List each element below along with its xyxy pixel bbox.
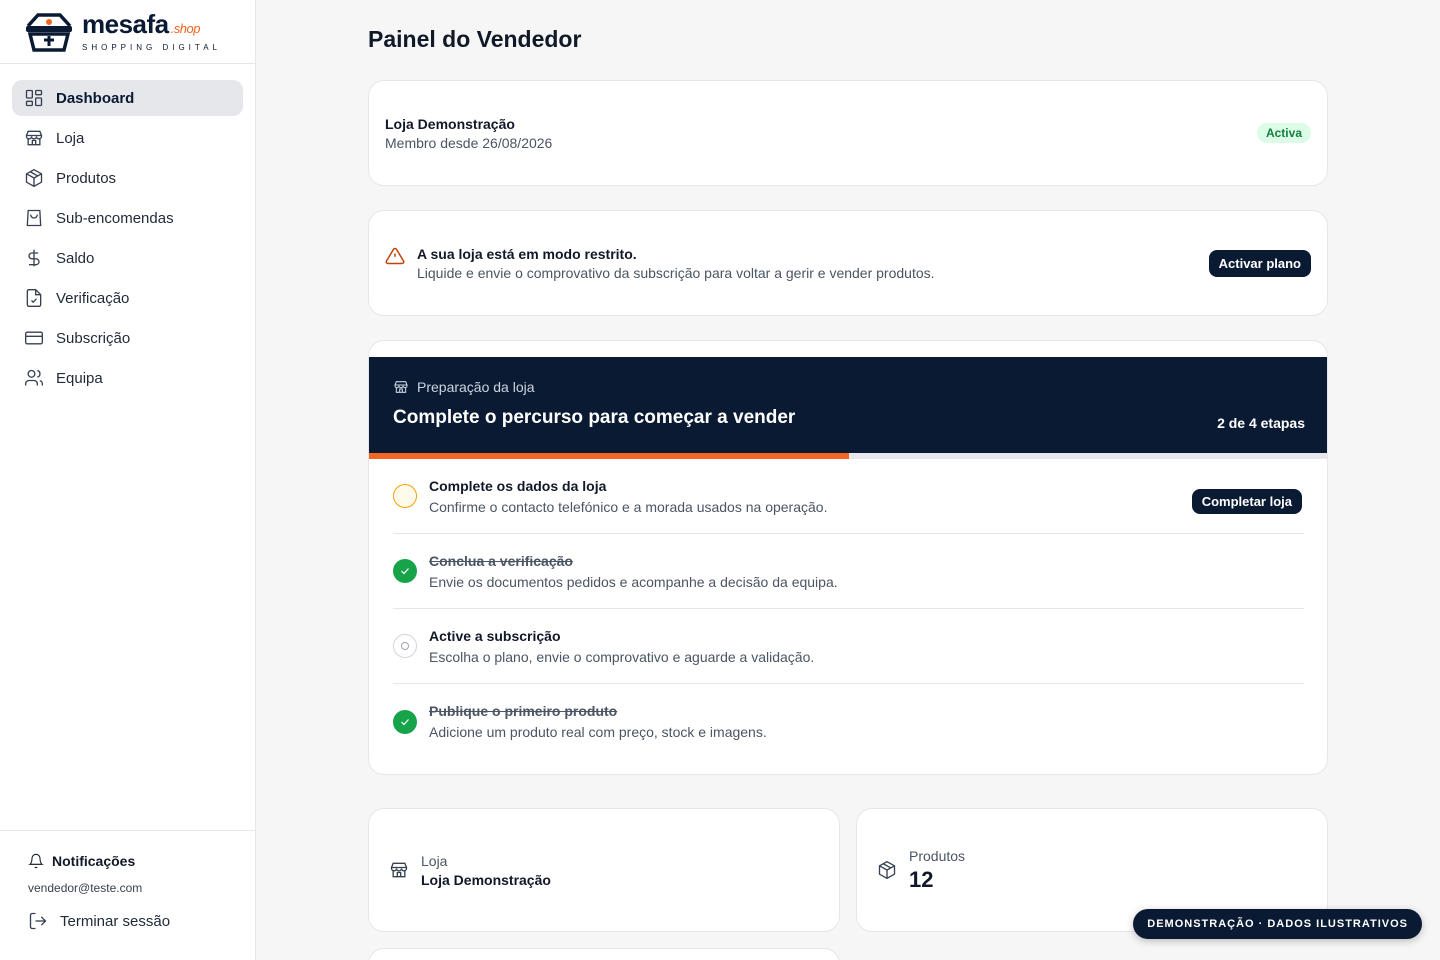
pending-circle-icon: [393, 484, 417, 508]
sidebar-item-label: Dashboard: [56, 89, 135, 107]
brand-name: mesafa: [82, 8, 169, 39]
step-title: Active a subscrição: [429, 627, 561, 644]
setup-steps: Complete os dados da loja Confirme o con…: [393, 459, 1304, 759]
sidebar-nav: Dashboard Loja Produtos Sub-encomendas S…: [0, 64, 255, 416]
brand-tagline: SHOPPING DIGITAL: [82, 42, 221, 52]
step-description: Envie os documentos pedidos e acompanhe …: [429, 573, 838, 590]
status-badge: Activa: [1256, 123, 1311, 143]
warning-description: Liquide e envie o comprovativo da subscr…: [417, 264, 935, 281]
sidebar-item-saldo[interactable]: Saldo: [12, 240, 243, 276]
sidebar-item-equipa[interactable]: Equipa: [12, 360, 243, 396]
setup-label: Preparação da loja: [417, 379, 535, 395]
sidebar-item-subscricao[interactable]: Subscrição: [12, 320, 243, 356]
sidebar-item-label: Verificação: [56, 289, 130, 307]
box-icon: [878, 860, 896, 880]
sidebar-item-loja[interactable]: Loja: [12, 120, 243, 156]
stat-value: 12: [909, 866, 934, 892]
file-check-icon: [26, 289, 42, 307]
setup-header: Preparação da loja Complete o percurso p…: [369, 357, 1327, 453]
setup-progress-count: 2 de 4 etapas: [1217, 415, 1305, 431]
setup-step: Complete os dados da loja Confirme o con…: [393, 459, 1304, 534]
sidebar-item-label: Loja: [56, 129, 85, 147]
check-circle-icon: [393, 709, 417, 734]
warning-title: A sua loja está em modo restrito.: [417, 245, 637, 262]
sidebar-item-produtos[interactable]: Produtos: [12, 160, 243, 196]
logout-label: Terminar sessão: [60, 912, 171, 930]
page-title: Painel do Vendedor: [368, 26, 582, 52]
dashboard-icon: [25, 89, 43, 107]
user-email: vendedor@teste.com: [28, 881, 143, 895]
sidebar: mesafa .shop SHOPPING DIGITAL Dashboard L…: [0, 0, 256, 960]
store-summary-card: Loja Demonstração Membro desde 26/08/202…: [368, 80, 1328, 186]
step-description: Adicione um produto real com preço, stoc…: [429, 724, 767, 740]
stat-card-partial: [368, 948, 840, 960]
step-description: Confirme o contacto telefónico e a morad…: [429, 498, 828, 515]
step-title: Conclua a verificação: [429, 552, 573, 569]
warning-icon: [385, 247, 405, 264]
sidebar-item-label: Saldo: [56, 249, 95, 267]
store-icon: [394, 381, 408, 393]
setup-step: Conclua a verificação Envie os documento…: [393, 534, 1304, 609]
step-title: Complete os dados da loja: [429, 477, 607, 494]
logout-button[interactable]: Terminar sessão: [28, 911, 227, 931]
sidebar-item-label: Equipa: [56, 369, 103, 387]
sidebar-item-label: Produtos: [56, 169, 117, 187]
basket-logo-icon: [26, 12, 72, 52]
notifications-link[interactable]: Notificações: [28, 853, 227, 869]
setup-step: Publique o primeiro produto Adicione um …: [393, 684, 1304, 759]
setup-step: Active a subscrição Escolha o plano, env…: [393, 609, 1304, 684]
store-icon: [390, 862, 408, 878]
logout-icon: [29, 912, 47, 930]
credit-card-icon: [25, 331, 43, 345]
sidebar-item-dashboard[interactable]: Dashboard: [12, 80, 243, 116]
activate-plan-button[interactable]: Activar plano: [1208, 249, 1311, 277]
step-title: Publique o primeiro produto: [429, 703, 618, 719]
sidebar-item-label: Sub-encomendas: [56, 209, 174, 227]
brand-suffix: .shop: [170, 20, 201, 36]
dollar-icon: [28, 249, 40, 267]
users-icon: [25, 369, 44, 386]
step-description: Escolha o plano, envie o comprovativo e …: [429, 648, 815, 665]
setup-title: Complete o percurso para começar a vende…: [393, 407, 796, 428]
sidebar-item-label: Subscrição: [56, 329, 131, 347]
sidebar-item-sub-encomendas[interactable]: Sub-encomendas: [12, 200, 243, 236]
stat-label: Loja: [421, 852, 448, 869]
demo-badge: DEMONSTRAÇÃO · DADOS ILUSTRATIVOS: [1133, 909, 1422, 939]
store-name: Loja Demonstração: [385, 115, 515, 132]
sidebar-footer: Notificações vendedor@teste.com Terminar…: [0, 830, 255, 960]
store-icon: [25, 130, 43, 146]
restricted-warning-card: A sua loja está em modo restrito. Liquid…: [368, 210, 1328, 316]
stat-label: Produtos: [909, 847, 966, 864]
store-stat-card[interactable]: Loja Loja Demonstração: [368, 808, 840, 932]
sidebar-item-verificacao[interactable]: Verificação: [12, 280, 243, 316]
stat-value: Loja Demonstração: [421, 871, 551, 888]
bag-icon: [26, 209, 42, 227]
logo[interactable]: mesafa .shop SHOPPING DIGITAL: [0, 0, 255, 64]
check-circle-icon: [393, 559, 417, 583]
member-since: Membro desde 26/08/2026: [385, 134, 553, 151]
store-setup-card: Preparação da loja Complete o percurso p…: [368, 340, 1328, 775]
box-icon: [25, 168, 43, 188]
complete-store-button[interactable]: Completar loja: [1191, 489, 1302, 514]
empty-circle-icon: [393, 634, 417, 658]
notifications-label: Notificações: [52, 853, 136, 869]
bell-icon: [28, 853, 44, 869]
